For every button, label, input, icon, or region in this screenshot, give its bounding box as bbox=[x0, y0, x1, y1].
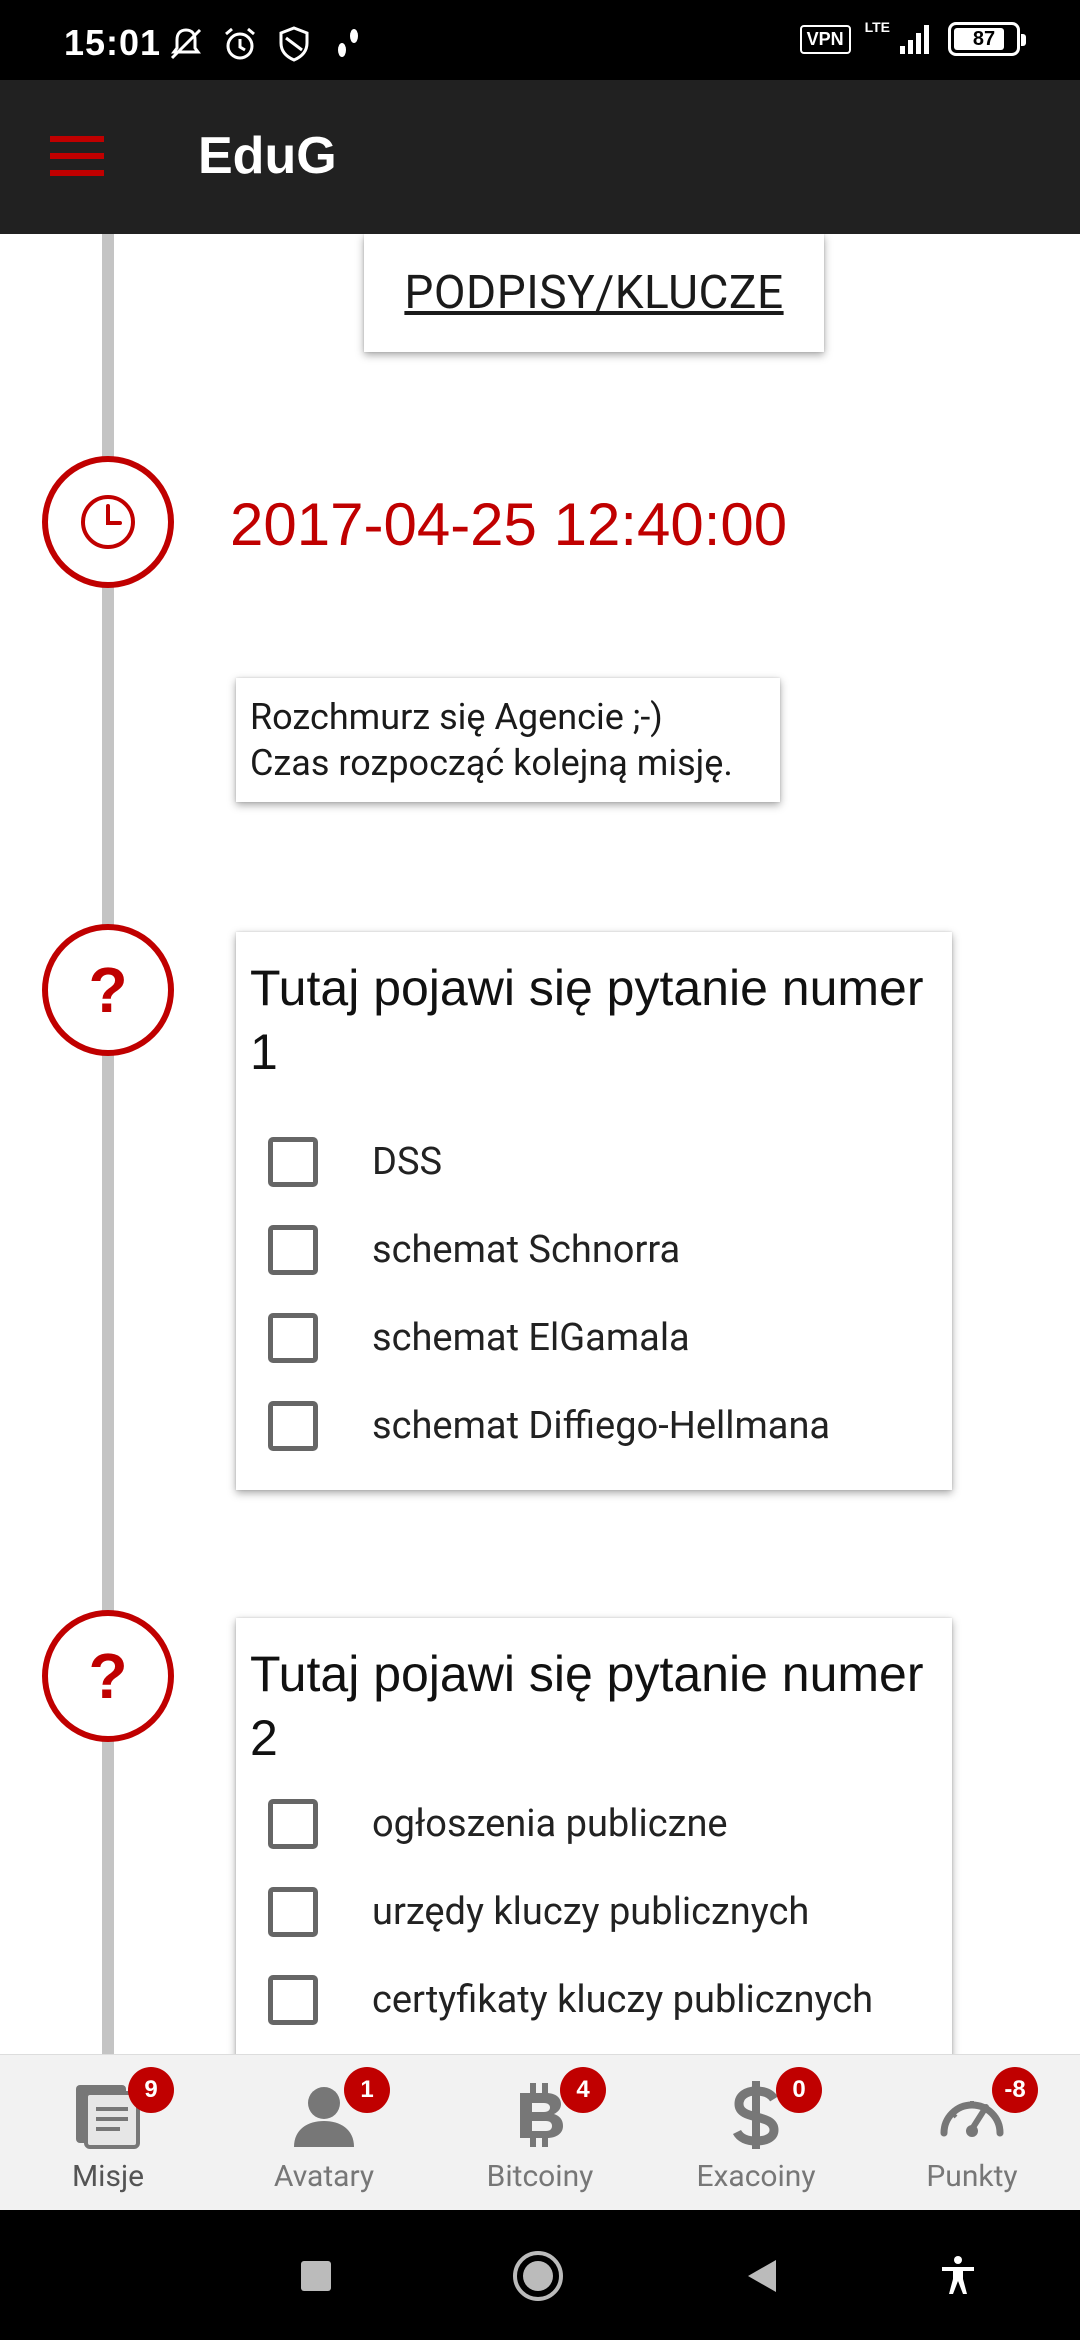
accessibility-button[interactable] bbox=[930, 2248, 986, 2304]
missions-badge: 9 bbox=[128, 2067, 174, 2113]
question-1-option-4[interactable]: schemat Diffiego-Hellmana bbox=[250, 1382, 936, 1470]
nav-label: Misje bbox=[71, 2159, 145, 2194]
checkbox[interactable] bbox=[268, 1401, 318, 1451]
option-label: schemat Diffiego-Hellmana bbox=[372, 1404, 831, 1448]
option-label: DSS bbox=[372, 1140, 443, 1184]
checkbox[interactable] bbox=[268, 1799, 318, 1849]
question-1-option-3[interactable]: schemat ElGamala bbox=[250, 1294, 936, 1382]
recents-button[interactable] bbox=[288, 2248, 344, 2304]
circle-icon bbox=[513, 2251, 563, 2301]
back-triangle-icon bbox=[748, 2260, 776, 2292]
muted-bell-icon bbox=[170, 28, 202, 60]
exacoins-badge: 0 bbox=[776, 2067, 822, 2113]
alarm-icon bbox=[225, 27, 255, 60]
battery-icon: 87 bbox=[948, 22, 1026, 56]
question-mark-icon: ? bbox=[88, 954, 128, 1026]
question-1-marker: ? bbox=[42, 924, 174, 1056]
network-type: LTE bbox=[864, 19, 890, 35]
option-label: urzędy kluczy publicznych bbox=[372, 1890, 810, 1934]
nav-label: Avatary bbox=[273, 2159, 375, 2194]
back-button[interactable] bbox=[734, 2248, 790, 2304]
avatars-badge: 1 bbox=[344, 2067, 390, 2113]
nav-label: Exacoiny bbox=[696, 2159, 816, 2194]
screen: 15:01 VPN LTE 87 EduG PODPISY/KLUCZE 201… bbox=[0, 0, 1080, 2340]
system-navigation-bar bbox=[0, 2210, 1080, 2340]
bottom-navigation: Misje 9 Avatary 1 Bitcoiny 4 Exacoiny 0 … bbox=[0, 2054, 1080, 2210]
vpn-indicator: VPN bbox=[799, 24, 851, 54]
signatures-keys-button[interactable]: PODPISY/KLUCZE bbox=[364, 234, 824, 352]
message-line-2: Czas rozpocząć kolejną misję. bbox=[250, 742, 733, 784]
status-notification-icons bbox=[166, 24, 368, 64]
accessibility-icon bbox=[942, 2256, 974, 2294]
mission-message-card: Rozchmurz się Agencie ;-) Czas rozpocząć… bbox=[236, 678, 780, 802]
option-label: schemat Schnorra bbox=[372, 1228, 681, 1272]
checkbox[interactable] bbox=[268, 1975, 318, 2025]
message-line-1: Rozchmurz się Agencie ;-) bbox=[250, 696, 663, 738]
points-badge: -8 bbox=[992, 2067, 1038, 2113]
battery-level: 87 bbox=[972, 27, 996, 50]
nav-label: Punkty bbox=[926, 2159, 1018, 2194]
shield-icon bbox=[279, 26, 309, 62]
checkbox[interactable] bbox=[268, 1137, 318, 1187]
option-label: ogłoszenia publiczne bbox=[372, 1802, 728, 1846]
signatures-keys-label: PODPISY/KLUCZE bbox=[404, 266, 784, 320]
question-1-card: Tutaj pojawi się pytanie numer 1 DSS sch… bbox=[236, 932, 952, 1490]
app-title: EduG bbox=[198, 127, 337, 185]
bitcoins-badge: 4 bbox=[560, 2067, 606, 2113]
mission-timeline[interactable]: PODPISY/KLUCZE 2017-04-25 12:40:00 Rozch… bbox=[0, 234, 1080, 2054]
footsteps-icon bbox=[338, 29, 358, 57]
question-2-option-2[interactable]: urzędy kluczy publicznych bbox=[250, 1868, 936, 1956]
nav-item-missions[interactable]: Misje 9 bbox=[0, 2055, 216, 2211]
question-2-marker: ? bbox=[42, 1610, 174, 1742]
nav-label: Bitcoiny bbox=[486, 2159, 594, 2194]
question-2-title: Tutaj pojawi się pytanie numer 2 bbox=[250, 1646, 924, 1766]
question-mark-icon: ? bbox=[88, 1640, 128, 1712]
mission-datetime: 2017-04-25 12:40:00 bbox=[230, 491, 788, 558]
question-2-option-3[interactable]: certyfikaty kluczy publicznych bbox=[250, 1956, 936, 2044]
checkbox[interactable] bbox=[268, 1887, 318, 1937]
nav-item-bitcoins[interactable]: Bitcoiny 4 bbox=[432, 2055, 648, 2211]
nav-item-points[interactable]: Punkty -8 bbox=[864, 2055, 1080, 2211]
question-2-option-1[interactable]: ogłoszenia publiczne bbox=[250, 1780, 936, 1868]
hamburger-menu-icon[interactable] bbox=[50, 134, 104, 178]
option-label: certyfikaty kluczy publicznych bbox=[372, 1978, 874, 2022]
question-1-option-1[interactable]: DSS bbox=[250, 1118, 936, 1206]
checkbox[interactable] bbox=[268, 1313, 318, 1363]
home-button[interactable] bbox=[510, 2248, 566, 2304]
checkbox[interactable] bbox=[268, 1225, 318, 1275]
clock-marker bbox=[42, 456, 174, 588]
question-2-card: Tutaj pojawi się pytanie numer 2 ogłosze… bbox=[236, 1618, 952, 2054]
nav-item-avatars[interactable]: Avatary 1 bbox=[216, 2055, 432, 2211]
question-1-title: Tutaj pojawi się pytanie numer 1 bbox=[250, 960, 924, 1080]
status-bar: 15:01 VPN LTE 87 bbox=[0, 0, 1080, 80]
nav-item-exacoins[interactable]: Exacoiny 0 bbox=[648, 2055, 864, 2211]
signal-icon bbox=[900, 25, 929, 54]
clock-icon bbox=[81, 495, 135, 549]
question-1-option-2[interactable]: schemat Schnorra bbox=[250, 1206, 936, 1294]
status-system-icons: VPN LTE 87 bbox=[799, 19, 1026, 56]
status-time: 15:01 bbox=[64, 22, 162, 63]
option-label: schemat ElGamala bbox=[372, 1316, 690, 1360]
app-bar: EduG bbox=[0, 80, 1080, 234]
square-icon bbox=[301, 2261, 331, 2291]
